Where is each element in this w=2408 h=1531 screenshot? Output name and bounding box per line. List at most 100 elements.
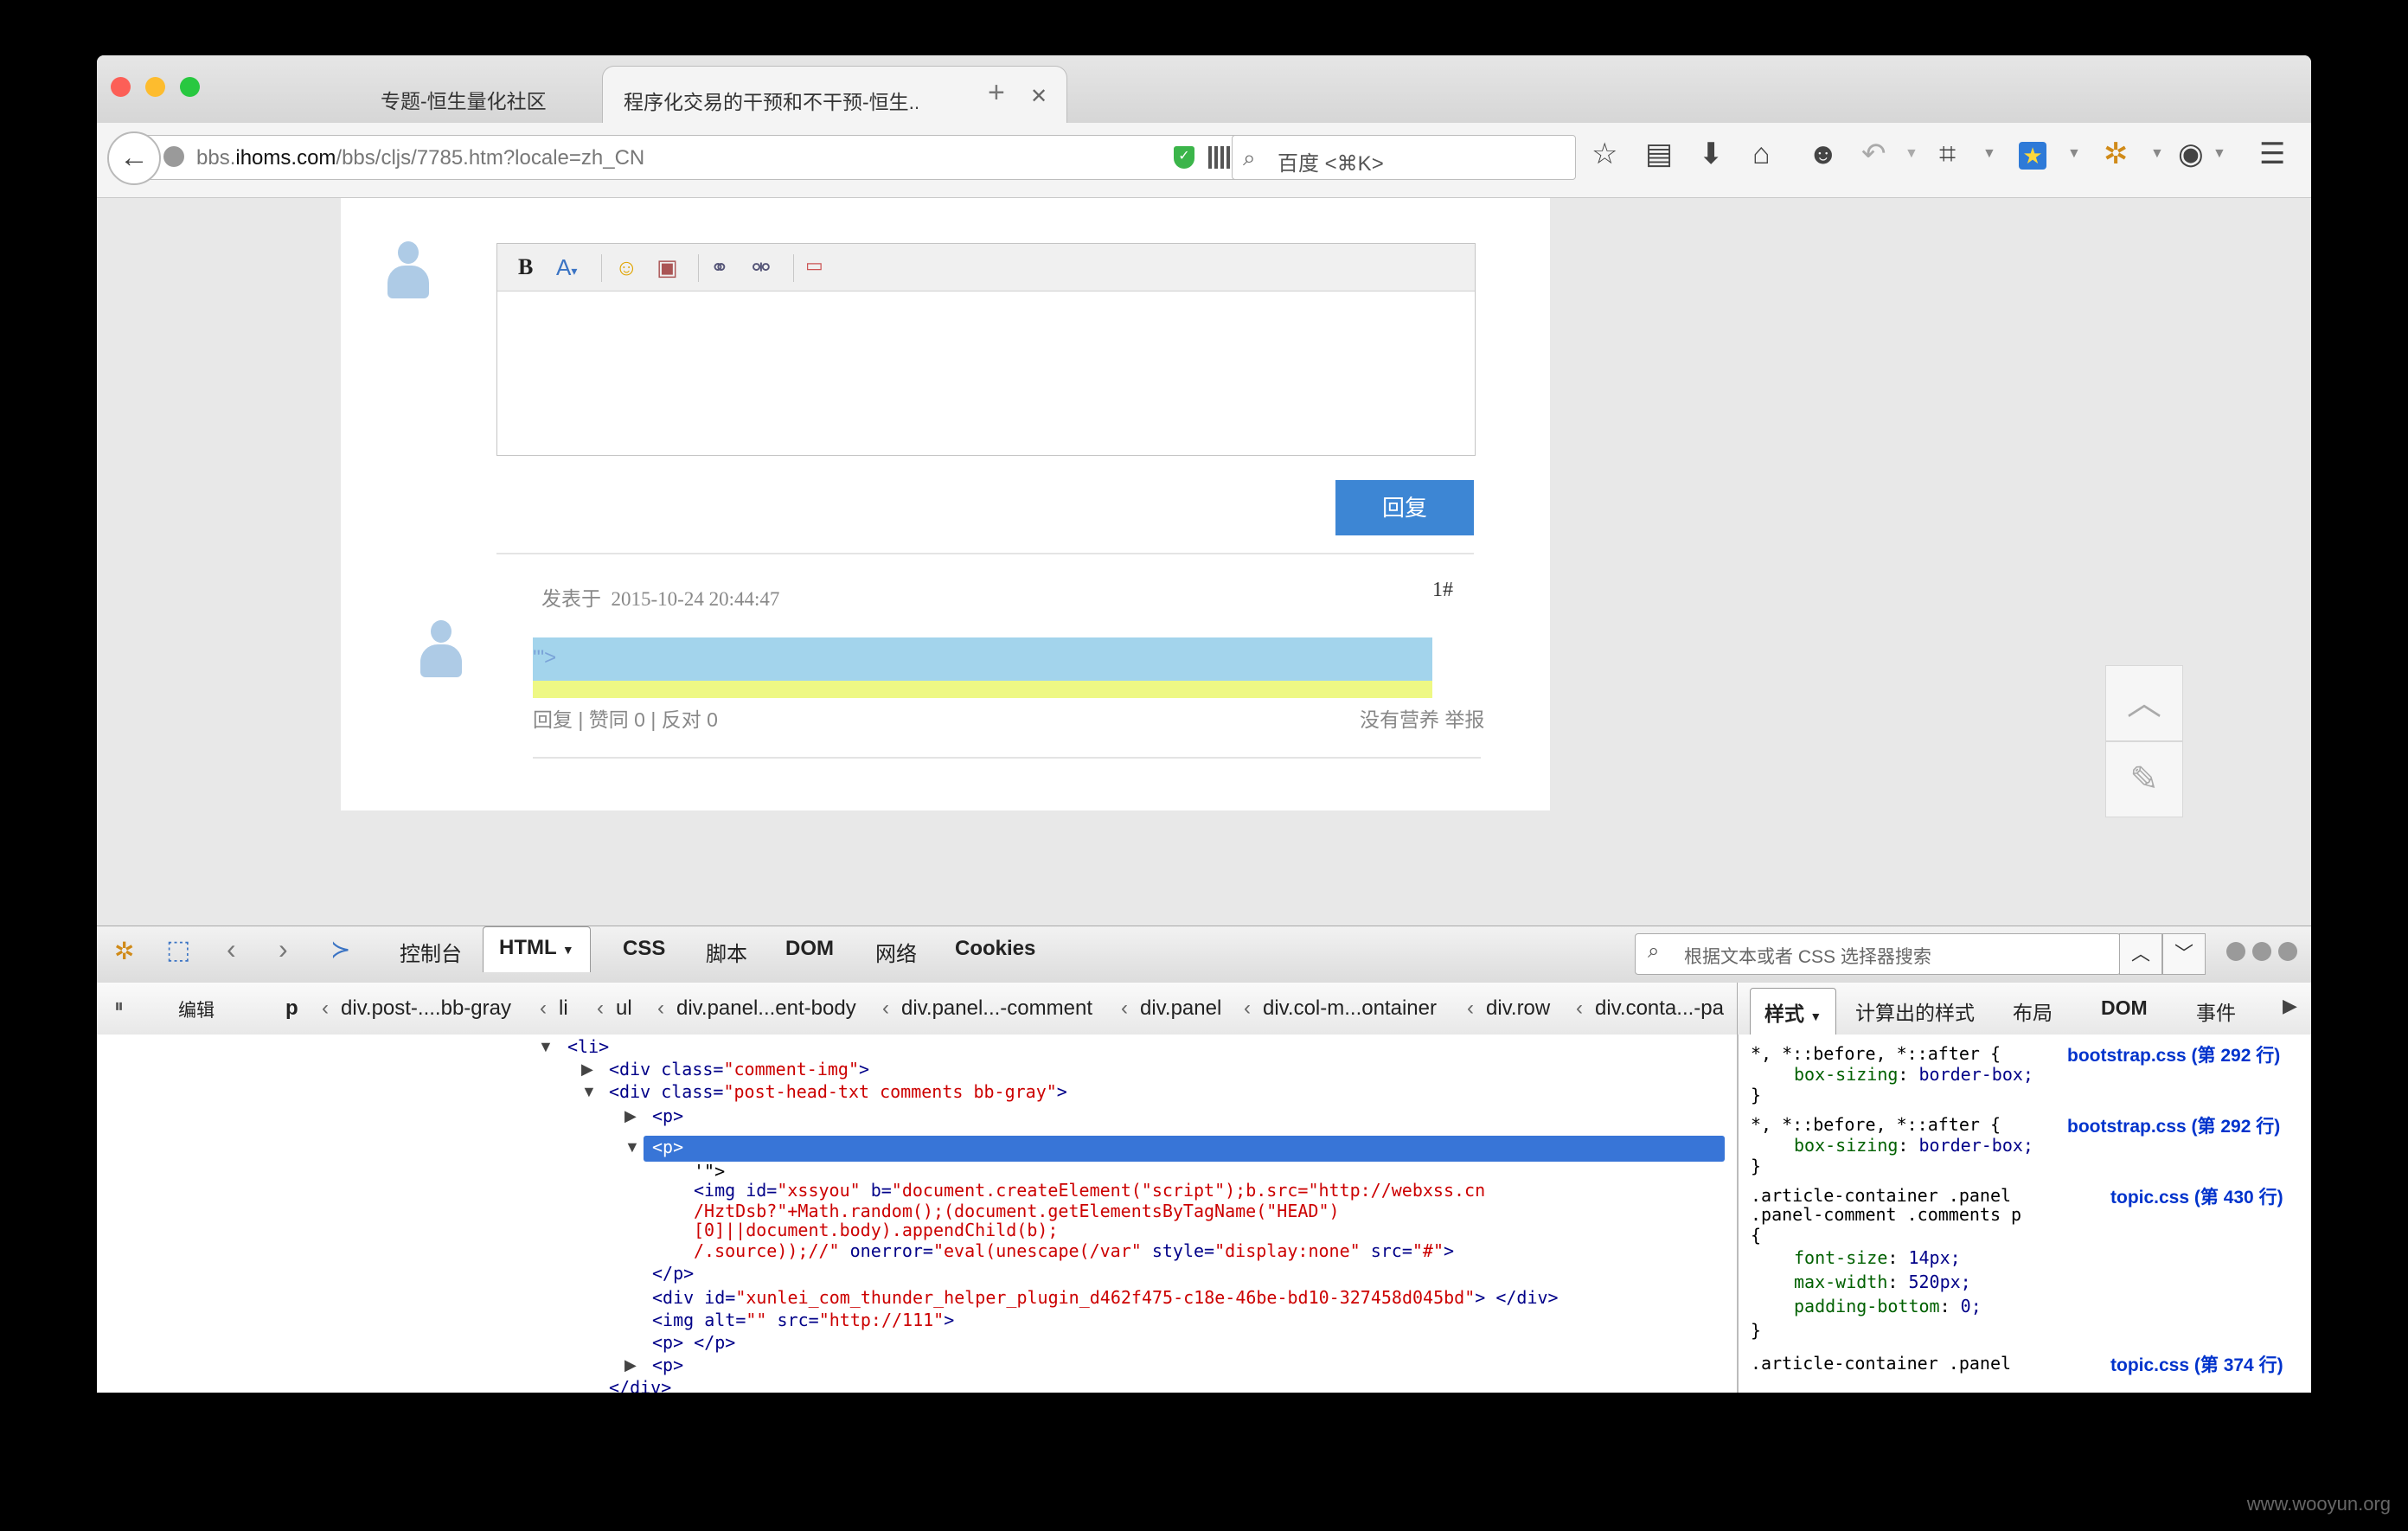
crumb-p[interactable]: p — [285, 996, 298, 1021]
node-li[interactable]: <li> — [567, 1036, 609, 1057]
css-source-link[interactable]: topic.css (第 430 行) — [2110, 1183, 2283, 1209]
undo-dropdown-icon[interactable]: ▼ — [1905, 137, 1918, 171]
download-icon[interactable]: ⬇ — [1699, 137, 1724, 171]
tab-css[interactable]: CSS — [623, 937, 665, 961]
firebug-icon[interactable]: ✲ — [2104, 137, 2129, 171]
css-selector[interactable]: .article-container .panel — [1751, 1353, 2011, 1374]
search-prev-button[interactable]: ︿ — [2119, 933, 2162, 975]
new-tab-button[interactable]: + — [988, 78, 1005, 107]
firebug-dropdown-icon[interactable]: ▼ — [2150, 137, 2164, 171]
collapsed-twisty-icon[interactable]: ▶ — [624, 1107, 637, 1125]
link-icon[interactable]: ⚭ — [710, 254, 729, 281]
crop-dropdown-icon[interactable]: ▼ — [1982, 137, 1996, 171]
crumb-li[interactable]: ‹ li — [540, 996, 568, 1021]
tab-console[interactable]: 控制台 — [400, 937, 462, 967]
tab-dom[interactable]: DOM — [785, 937, 834, 961]
font-color-button[interactable]: A▾ — [556, 254, 577, 281]
node-img[interactable]: <img alt="" src="http://111"> — [652, 1310, 954, 1330]
edit-button[interactable]: 编辑 — [178, 996, 215, 1022]
css-source-link[interactable]: topic.css (第 374 行) — [2110, 1351, 2283, 1377]
tab-script[interactable]: 脚本 — [706, 937, 747, 967]
css-declaration[interactable]: box-sizing: border-box; — [1794, 1064, 2033, 1085]
expand-twisty-icon[interactable]: ▼ — [624, 1138, 640, 1156]
tab-network[interactable]: 网络 — [875, 937, 917, 967]
node-p-selected[interactable]: <p> — [652, 1137, 683, 1157]
css-selector[interactable]: .article-container .panel — [1751, 1185, 2011, 1206]
tab-html[interactable]: HTML ▼ — [483, 926, 591, 972]
firebug-search[interactable]: ⌕ 根据文本或者 CSS 选择器搜索 — [1635, 933, 2121, 975]
code-icon[interactable]: ▭ — [805, 254, 823, 277]
home-icon[interactable]: ⌂ — [1752, 137, 1771, 171]
firebug-icon[interactable]: ✲ — [114, 937, 134, 965]
qrcode-icon[interactable] — [1208, 146, 1231, 169]
search-next-button[interactable]: ﹀ — [2162, 933, 2206, 975]
shield-icon[interactable]: ✓ — [1174, 146, 1194, 169]
css-source-link[interactable]: bootstrap.css (第 292 行) — [2067, 1112, 2280, 1138]
tab-style[interactable]: 样式 ▼ — [1750, 988, 1837, 1039]
crumb-panel-body[interactable]: ‹ div.panel...ent-body — [657, 996, 856, 1021]
back-icon[interactable]: ‹ — [227, 933, 236, 965]
expand-twisty-icon[interactable]: ▼ — [581, 1083, 597, 1101]
close-window-button[interactable] — [111, 77, 131, 97]
collapsed-twisty-icon[interactable]: ▶ — [624, 1356, 637, 1374]
crumb-row[interactable]: ‹ div.row — [1467, 996, 1550, 1021]
css-selector[interactable]: *, *::before, *::after { — [1751, 1043, 2001, 1064]
node-p-empty[interactable]: <p> </p> — [652, 1332, 735, 1353]
node-p[interactable]: <p> — [652, 1355, 683, 1375]
scroll-top-button[interactable]: ︿ — [2105, 665, 2183, 741]
node-p[interactable]: <p> — [652, 1105, 683, 1126]
minimize-window-button[interactable] — [145, 77, 165, 97]
insert-image-icon[interactable]: ▣ — [656, 254, 678, 281]
search-box[interactable]: ⌕ 百度 <⌘K> — [1232, 135, 1576, 180]
node-post-head[interactable]: <div class="post-head-txt comments bb-gr… — [609, 1081, 1067, 1102]
node-p-close[interactable]: </p> — [652, 1263, 694, 1284]
tab-layout[interactable]: 布局 — [2013, 996, 2053, 1026]
close-tab-icon[interactable]: ✕ — [1030, 84, 1047, 109]
favorites-dropdown-icon[interactable]: ▼ — [2067, 137, 2081, 171]
zoom-window-button[interactable] — [180, 77, 200, 97]
crumb-panel[interactable]: ‹ div.panel — [1121, 996, 1221, 1021]
node-comment-img[interactable]: <div class="comment-img"> — [609, 1059, 869, 1079]
profile-icon[interactable]: ◉ — [2178, 137, 2204, 171]
css-declaration[interactable]: padding-bottom: 0; — [1794, 1296, 1982, 1316]
node-div-close[interactable]: </div> — [609, 1377, 671, 1393]
crumb-panel-comment[interactable]: ‹ div.panel...-comment — [882, 996, 1092, 1021]
forward-icon[interactable]: › — [279, 933, 288, 965]
crop-icon[interactable]: ⌗ — [1939, 137, 1956, 171]
node-xunlei-div[interactable]: <div id="xunlei_com_thunder_helper_plugi… — [652, 1287, 1559, 1308]
minimize-icon[interactable] — [2226, 942, 2245, 961]
close-icon[interactable] — [2278, 942, 2297, 961]
favorites-icon[interactable]: ★ — [2019, 142, 2046, 170]
reply-button[interactable]: 回复 — [1335, 480, 1474, 535]
reading-list-icon[interactable]: ▤ — [1645, 137, 1673, 171]
inspect-icon[interactable]: ⬚ — [166, 935, 190, 965]
crumb-ul[interactable]: ‹ ul — [597, 996, 632, 1021]
menu-icon[interactable]: ☰ — [2259, 137, 2285, 171]
tab-cookies[interactable]: Cookies — [955, 937, 1035, 961]
crumb-col[interactable]: ‹ div.col-m...ontainer — [1244, 996, 1437, 1021]
back-button[interactable]: ← — [107, 131, 161, 185]
node-img-xss[interactable]: <img id="xssyou" b="document.createEleme… — [694, 1180, 1485, 1201]
reply-editor[interactable]: B A▾ ☺ ▣ ⚭ ⚮ ▭ — [496, 243, 1476, 456]
more-tabs-icon[interactable]: ▶ — [2283, 995, 2297, 1017]
css-declaration[interactable]: box-sizing: border-box; — [1794, 1135, 2033, 1156]
css-source-link[interactable]: bootstrap.css (第 292 行) — [2067, 1041, 2280, 1067]
address-bar[interactable]: bbs.ihoms.com/bbs/cljs/7785.htm?locale=z… — [144, 135, 1292, 180]
css-declaration[interactable]: max-width: 520px; — [1794, 1272, 1971, 1292]
edit-float-button[interactable]: ✎ — [2105, 741, 2183, 817]
expand-twisty-icon[interactable]: ▼ — [538, 1038, 554, 1056]
bold-button[interactable]: B — [518, 254, 533, 280]
tab-computed[interactable]: 计算出的样式 — [1855, 996, 1975, 1026]
css-declaration[interactable]: font-size: 14px; — [1794, 1247, 1961, 1268]
chat-icon[interactable]: ☻ — [1808, 137, 1839, 171]
pause-icon[interactable]: ⏸ — [114, 995, 124, 1017]
unlink-icon[interactable]: ⚮ — [752, 254, 771, 281]
detach-icon[interactable] — [2252, 942, 2271, 961]
undo-icon[interactable]: ↶ — [1861, 137, 1886, 171]
css-selector[interactable]: *, *::before, *::after { — [1751, 1114, 2001, 1135]
profile-dropdown-icon[interactable]: ▼ — [2213, 137, 2226, 171]
bookmark-star-icon[interactable]: ☆ — [1591, 137, 1617, 171]
css-selector[interactable]: .panel-comment .comments p — [1751, 1204, 2021, 1225]
crumb-post-head[interactable]: ‹ div.post-....bb-gray — [322, 996, 511, 1021]
tab-side-dom[interactable]: DOM — [2101, 996, 2148, 1020]
